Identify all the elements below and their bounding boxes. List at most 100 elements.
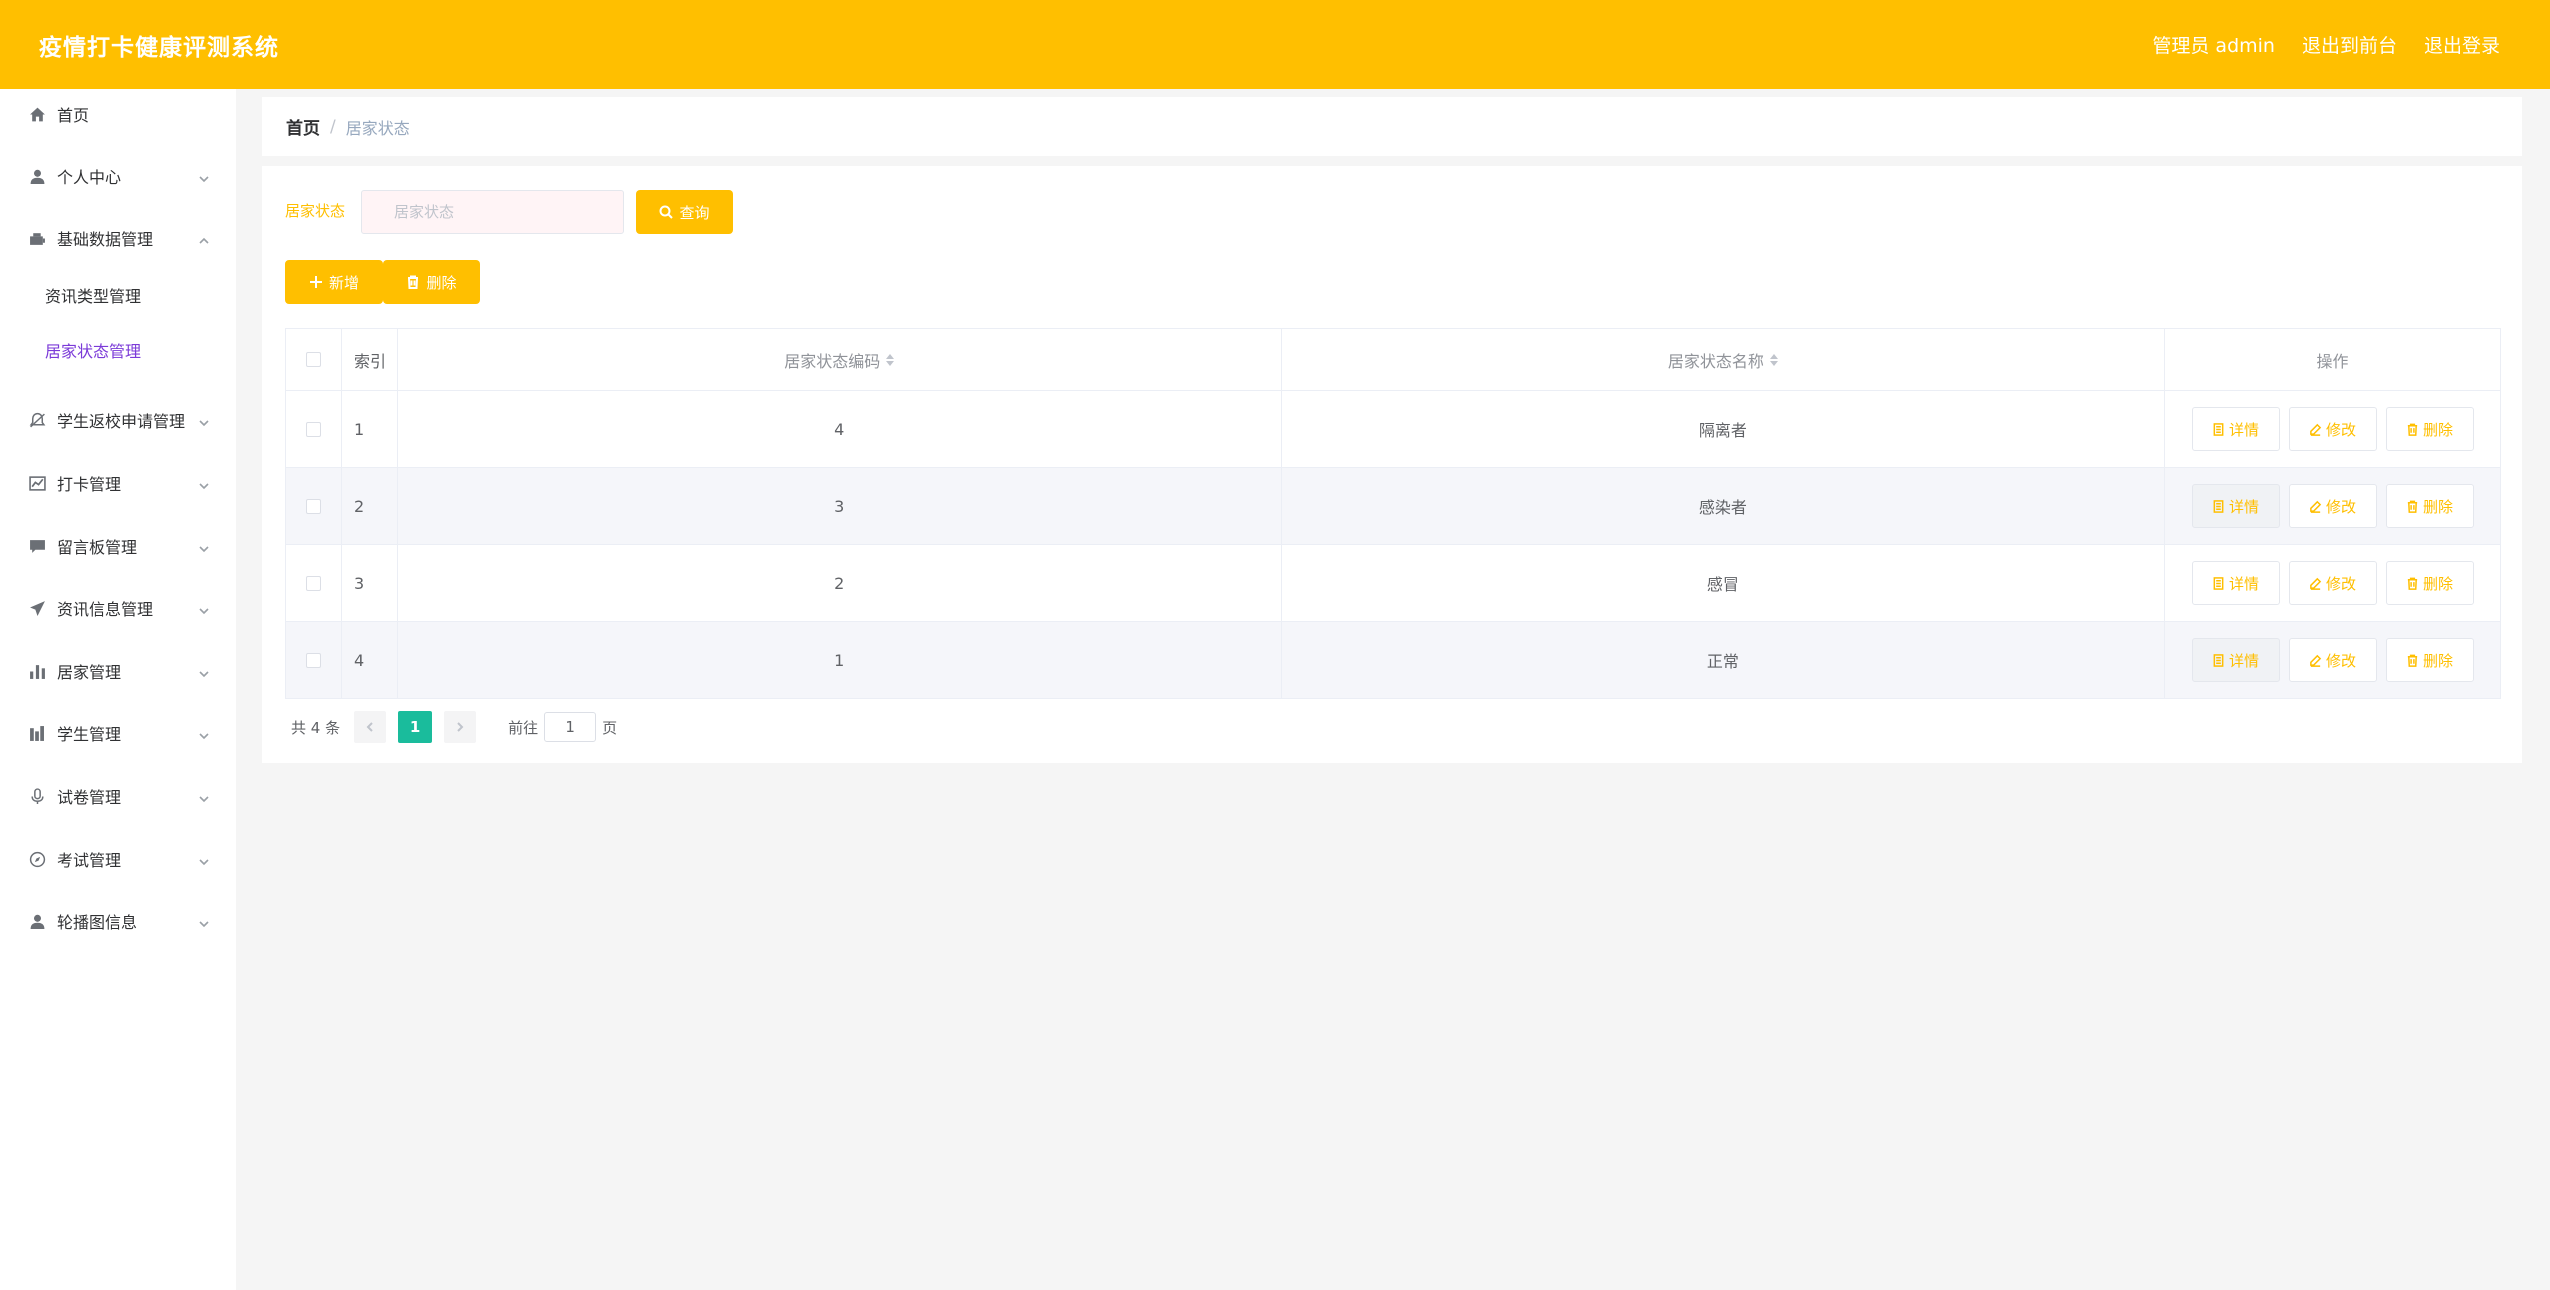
sidebar-item-paper-management[interactable]: 试卷管理	[0, 771, 236, 821]
cell-name: 正常	[1282, 622, 2166, 698]
delete-button[interactable]: 删除	[2385, 484, 2474, 528]
query-button-label: 查询	[679, 203, 710, 222]
sidebar-item-home[interactable]: 首页	[0, 89, 236, 139]
breadcrumb-home[interactable]: 首页	[286, 114, 320, 139]
cell-code: 4	[398, 391, 1282, 467]
add-button[interactable]: 新增	[285, 260, 383, 304]
sort-icon[interactable]	[886, 353, 895, 366]
detail-label: 详情	[2229, 574, 2260, 593]
row-checkbox[interactable]	[305, 575, 321, 591]
microphone-icon	[27, 786, 47, 806]
detail-button[interactable]: 详情	[2191, 638, 2280, 682]
page-number-current[interactable]: 1	[398, 711, 433, 743]
search-label: 居家状态	[285, 202, 346, 220]
edit-button[interactable]: 修改	[2288, 638, 2377, 682]
delete-button[interactable]: 删除	[2385, 638, 2474, 682]
column-header-actions: 操作	[2165, 329, 2501, 390]
document-icon	[2213, 499, 2224, 513]
sidebar-subitem-home-status[interactable]: 居家状态管理	[0, 325, 236, 375]
trash-icon	[2407, 500, 2418, 513]
delete-button[interactable]: 删除	[2385, 561, 2474, 605]
bar-chart-icon	[27, 661, 47, 681]
query-button[interactable]: 查询	[636, 190, 733, 234]
chevron-down-icon	[198, 602, 210, 621]
column-header-index: 索引	[342, 329, 398, 390]
table-header-row: 索引 居家状态编码 居家状态名称 操作	[286, 329, 2501, 391]
table-row: 2 3 感染者 详情 修改 删除	[286, 468, 2501, 545]
delete-button[interactable]: 删除	[2385, 407, 2474, 451]
delete-label: 删除	[2423, 420, 2454, 439]
column-header-name-label: 居家状态名称	[1667, 351, 1764, 371]
header-actions: 管理员 admin 退出到前台 退出登录	[2152, 31, 2500, 58]
chevron-down-icon	[198, 915, 210, 934]
select-all-checkbox[interactable]	[305, 352, 321, 367]
exit-to-front-link[interactable]: 退出到前台	[2302, 31, 2397, 58]
sidebar-item-label: 考试管理	[57, 851, 122, 870]
column-header-name[interactable]: 居家状态名称	[1282, 329, 2166, 390]
cell-index: 4	[342, 622, 398, 698]
prev-page-button[interactable]	[354, 711, 387, 743]
goto-page-input[interactable]	[544, 712, 597, 742]
sidebar-item-personal-center[interactable]: 个人中心	[0, 151, 236, 201]
cell-name: 感冒	[1282, 545, 2166, 621]
chevron-down-icon	[198, 727, 210, 746]
sidebar-item-label: 基础数据管理	[57, 230, 154, 249]
document-icon	[2213, 653, 2224, 667]
next-page-button[interactable]	[444, 711, 477, 743]
document-icon	[2213, 576, 2224, 590]
batch-delete-button[interactable]: 删除	[383, 260, 480, 304]
cell-name: 感染者	[1282, 468, 2166, 544]
sidebar-item-student-management[interactable]: 学生管理	[0, 708, 236, 758]
avatar-icon	[27, 911, 47, 931]
goto-label: 前往	[508, 718, 539, 737]
logout-link[interactable]: 退出登录	[2424, 31, 2500, 58]
home-status-table: 索引 居家状态编码 居家状态名称 操作 1 4 隔离者 详情 修改 删除 2 3…	[285, 328, 2501, 699]
top-header: 疫情打卡健康评测系统 管理员 admin 退出到前台 退出登录	[0, 0, 2550, 89]
sidebar-item-label: 资讯信息管理	[57, 600, 154, 619]
edit-button[interactable]: 修改	[2288, 484, 2377, 528]
edit-icon	[2310, 654, 2322, 667]
sidebar-item-label: 试卷管理	[57, 788, 122, 807]
detail-label: 详情	[2229, 420, 2260, 439]
sidebar-item-label: 居家管理	[57, 663, 122, 682]
row-checkbox[interactable]	[305, 498, 321, 514]
detail-button[interactable]: 详情	[2191, 484, 2280, 528]
sidebar-subitem-news-type[interactable]: 资讯类型管理	[0, 270, 236, 320]
chevron-down-icon	[198, 540, 210, 559]
app-title: 疫情打卡健康评测系统	[39, 34, 279, 61]
document-icon	[2213, 422, 2224, 436]
delete-label: 删除	[2423, 651, 2454, 670]
sidebar-item-checkin[interactable]: 打卡管理	[0, 458, 236, 508]
sort-icon[interactable]	[1769, 353, 1778, 366]
table-row: 3 2 感冒 详情 修改 删除	[286, 545, 2501, 622]
admin-user-label[interactable]: 管理员 admin	[2152, 31, 2275, 58]
sidebar-item-message-board[interactable]: 留言板管理	[0, 521, 236, 571]
sidebar-item-news-info[interactable]: 资讯信息管理	[0, 583, 236, 633]
column-header-code[interactable]: 居家状态编码	[398, 329, 1282, 390]
sidebar: 首页 个人中心 基础数据管理 资讯类型管理 居家状态管理 学生返校申请管理 打卡…	[0, 89, 236, 1290]
search-input[interactable]	[361, 190, 624, 234]
edit-icon	[2310, 500, 2322, 513]
cell-index: 1	[342, 391, 398, 467]
chevron-right-icon	[457, 722, 464, 732]
row-checkbox[interactable]	[305, 421, 321, 437]
sidebar-item-label: 个人中心	[57, 168, 122, 187]
edit-label: 修改	[2326, 574, 2357, 593]
compass-icon	[27, 849, 47, 869]
cell-code: 3	[398, 468, 1282, 544]
sidebar-item-carousel-info[interactable]: 轮播图信息	[0, 896, 236, 946]
sidebar-item-return-application[interactable]: 学生返校申请管理	[0, 395, 236, 445]
trash-icon	[408, 275, 419, 289]
trash-icon	[2407, 654, 2418, 667]
trash-icon	[2407, 423, 2418, 436]
sidebar-item-exam-management[interactable]: 考试管理	[0, 834, 236, 884]
row-checkbox[interactable]	[305, 652, 321, 668]
sidebar-item-basic-data[interactable]: 基础数据管理	[0, 213, 236, 263]
detail-button[interactable]: 详情	[2191, 561, 2280, 605]
sidebar-item-home-management[interactable]: 居家管理	[0, 646, 236, 696]
batch-delete-label: 删除	[426, 273, 457, 292]
edit-button[interactable]: 修改	[2288, 407, 2377, 451]
edit-button[interactable]: 修改	[2288, 561, 2377, 605]
pagination-total: 共 4 条	[291, 718, 341, 737]
detail-button[interactable]: 详情	[2191, 407, 2280, 451]
